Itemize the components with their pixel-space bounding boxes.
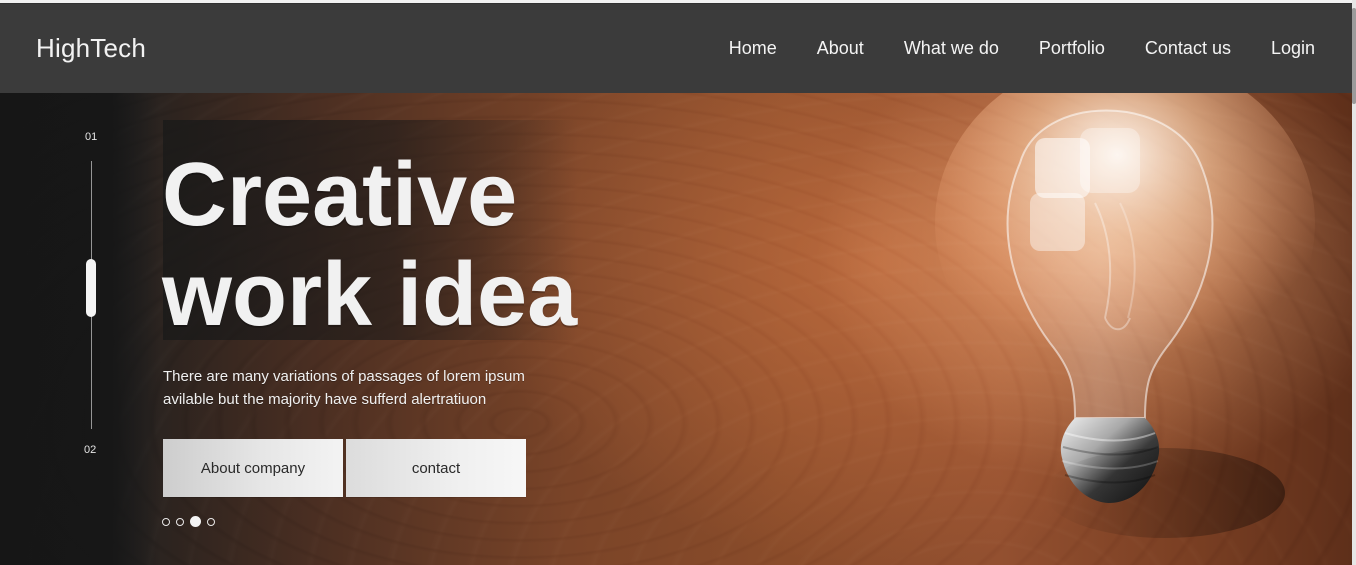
hero-subtext: There are many variations of passages of… — [163, 365, 583, 411]
carousel-dot[interactable] — [176, 517, 184, 526]
hero-headline-line-2: work idea — [162, 245, 578, 345]
hero-headline: Creative work idea — [162, 145, 577, 345]
hero-subtext-line-2: avilable but the majority have sufferd a… — [163, 391, 487, 408]
nav-what-we-do-link[interactable]: What we do — [904, 38, 999, 59]
carousel-dots — [162, 516, 215, 527]
hero-subtext-line-1: There are many variations of passages of… — [163, 368, 525, 385]
carousel-dot[interactable] — [190, 516, 201, 527]
top-navbar: HighTech Home About What we do Portfolio… — [0, 3, 1352, 93]
page-scrollbar[interactable] — [1352, 0, 1356, 565]
brand-logo[interactable]: HighTech — [36, 33, 146, 64]
slide-index-top: 01 — [85, 131, 98, 143]
nav-home-link[interactable]: Home — [729, 38, 777, 59]
nav-about-link[interactable]: About — [817, 38, 864, 59]
lightbulb-image — [935, 83, 1315, 538]
main-nav: Home About What we do Portfolio Contact … — [729, 38, 1315, 59]
carousel-dot[interactable] — [162, 517, 170, 526]
slide-index-bottom: 02 — [84, 444, 97, 456]
about-company-button[interactable]: About company — [163, 439, 343, 497]
nav-login-link[interactable]: Login — [1271, 38, 1315, 59]
slider-handle[interactable] — [86, 259, 96, 317]
page-scrollbar-thumb[interactable] — [1352, 8, 1356, 104]
nav-contact-us-link[interactable]: Contact us — [1145, 38, 1231, 59]
hero-headline-line-1: Creative — [162, 145, 518, 245]
nav-portfolio-link[interactable]: Portfolio — [1039, 38, 1105, 59]
contact-button[interactable]: contact — [346, 439, 526, 497]
carousel-dot[interactable] — [207, 517, 215, 526]
